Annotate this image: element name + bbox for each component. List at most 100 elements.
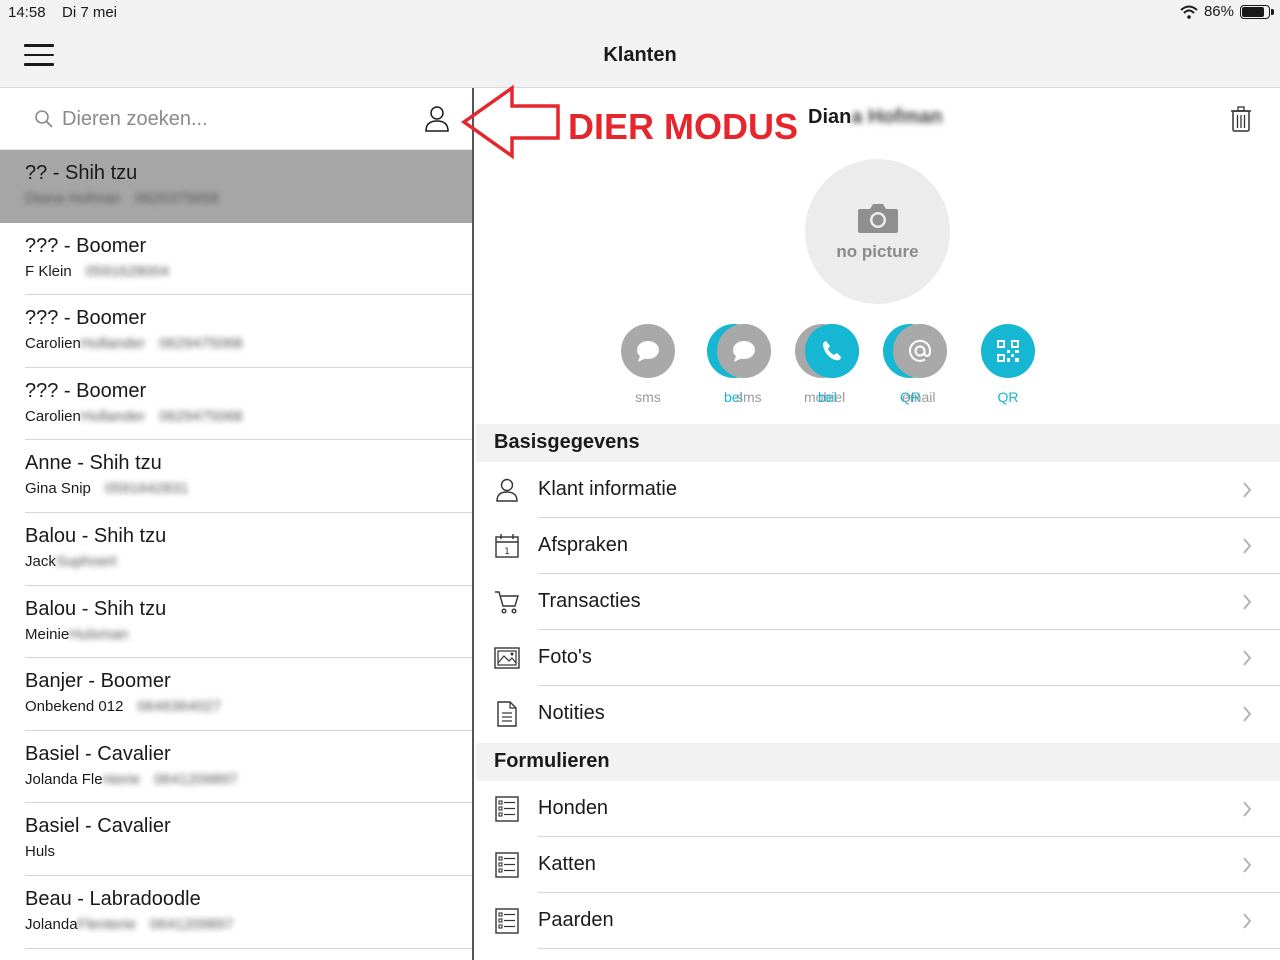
row-label: Transacties [538,590,641,612]
row-afspraken[interactable]: 1 Afspraken [476,518,1280,574]
chevron-right-icon [1243,482,1252,498]
list-item[interactable]: Banjer - Boomer Onbekend 012 0646364027 [0,658,472,731]
chevron-right-icon [1243,594,1252,610]
person-mode-icon[interactable] [424,105,450,133]
owner-name: MeinieHulsman [25,626,128,643]
call-sms-label: bel sms [724,389,762,405]
owner-phone: 0646364027 [137,698,221,716]
owner-phone: 0625375658 [134,190,219,207]
animal-owner-line: Gina Snip 0591642831 [25,480,472,497]
row-notities[interactable]: Notities [476,686,1280,742]
sms-circle [621,324,675,378]
cart-icon [495,591,519,614]
owner-hidden: Suphoert [55,552,117,570]
chevron-right-icon [1243,857,1252,873]
list-item[interactable]: ??? - Boomer CarolienHollander 0629475068 [0,368,472,441]
list-item[interactable]: Beau - Labradoodle JolandaFlenterie 064120… [0,876,472,949]
search-bar [0,88,472,150]
mobile-call-button[interactable]: mobiel bel [792,324,872,405]
sms-button[interactable]: sms [608,324,688,405]
row-honden[interactable]: Honden [476,781,1280,837]
row-klant-informatie[interactable]: Klant informatie [476,462,1280,518]
list-item[interactable]: Anne - Shih tzu Gina Snip 0591642831 [0,440,472,513]
list-item[interactable]: Balou - Shih tzu MeinieHulsman [0,586,472,659]
owner-visible: Gina Snip [25,480,91,498]
animal-owner-line: MeinieHulsman [25,626,472,643]
list-item[interactable]: Balou - Shih tzu JackSuphoert [0,513,472,586]
avatar[interactable]: no picture [805,159,950,304]
photo-icon [494,647,520,669]
owner-hidden: Flenterie [77,915,136,933]
owner-phone: 0629475068 [159,335,243,353]
animal-owner-line: F Klein 0591628004 [25,263,472,280]
qr-label: QR [997,389,1019,405]
animal-name: Basiel - Cavalier [25,742,171,765]
list-item[interactable]: Basiel - Cavalier Jolanda Flenterie 064120… [0,731,472,804]
owner-phone: 0641209897 [149,915,234,933]
owner-hidden: Hollander [80,407,146,425]
row-fotos[interactable]: Foto's [476,630,1280,686]
contact-actions: sms bel sms mobiel bel QR email QR [476,324,1280,405]
row-label: Katten [538,853,596,875]
owner-visible: Carolien [25,407,81,425]
owner-name: Jolanda Flenterie [25,771,140,788]
owner-name: Huls [25,843,55,860]
page-title: Klanten [603,44,677,66]
owner-visible: Onbekend 012 [25,698,124,716]
call-sms-button[interactable]: bel sms [704,324,784,405]
owner-hidden: Hulsman [69,625,129,643]
detail-owner-name: Diana Hofman [808,106,942,129]
chevron-right-icon [1243,913,1252,929]
status-date: Di 7 mei [62,4,118,21]
email-button[interactable]: QR email [880,324,960,405]
row-katten[interactable]: Katten [476,837,1280,893]
chat-icon [733,341,755,362]
row-label: Notities [538,702,605,724]
owner-phone: 0629475068 [159,407,243,425]
list-item[interactable]: Basiel - Cavalier Huls [0,803,472,876]
call-sms-circle [707,324,771,378]
animal-detail-pane: Diana Hofman no picture sms bel sms mobi… [476,88,1280,960]
status-indicators: 86% [1180,3,1274,20]
calendar-day: 1 [504,547,510,557]
owner-hidden: nterie [102,770,141,788]
qr-icon [997,340,1019,362]
row-paarden[interactable]: Paarden [476,893,1280,949]
annotation-arrow-icon [460,84,560,160]
row-transacties[interactable]: Transacties [476,574,1280,630]
animal-owner-line: CarolienHollander 0629475068 [25,335,472,352]
animal-owner-line: Onbekend 012 0646364027 [25,698,472,715]
animal-list-pane: ?? - Shih tzu Diana Hofman 0625375658 ??? -… [0,88,474,960]
form-icon [495,796,519,822]
list-item[interactable]: ?? - Shih tzu Diana Hofman 0625375658 [0,150,472,223]
animal-owner-line: Jolanda Flenterie 0641209897 [25,771,472,788]
navigation-bar: Klanten [0,26,1280,88]
mobile-call-label: mobiel bel [804,389,846,405]
search-icon [35,110,53,128]
trash-icon[interactable] [1230,106,1252,132]
owner-name: F Klein [25,263,72,280]
animal-owner-line: Huls [25,843,472,860]
section-formulieren: Formulieren [476,743,1280,781]
calendar-icon: 1 [495,534,519,558]
chat-icon [637,341,659,362]
owner-phone: 0591628004 [85,262,170,280]
note-icon [497,701,517,727]
list-item[interactable]: ??? - Boomer F Klein 0591628004 [0,223,472,296]
owner-name: JackSuphoert [25,553,117,570]
mobile-call-circle [795,324,859,378]
animal-owner-line: CarolienHollander 0629475068 [25,408,472,425]
owner-visible: Jolanda [25,915,78,933]
animal-name: Balou - Shih tzu [25,524,167,547]
sms-label: sms [635,389,661,405]
list-item[interactable]: ??? - Boomer CarolienHollander 0629475068 [0,295,472,368]
owner-visible: Meinie [25,625,70,643]
chevron-right-icon [1243,706,1252,722]
qr-button[interactable]: QR [968,324,1048,405]
battery-icon [1240,4,1274,19]
animal-owner-line: Diana Hofman 0625375658 [25,190,472,207]
search-input[interactable] [62,102,402,136]
animal-name: ??? - Boomer [25,234,147,257]
row-label: Klant informatie [538,478,677,500]
animal-name: Anne - Shih tzu [25,452,162,475]
